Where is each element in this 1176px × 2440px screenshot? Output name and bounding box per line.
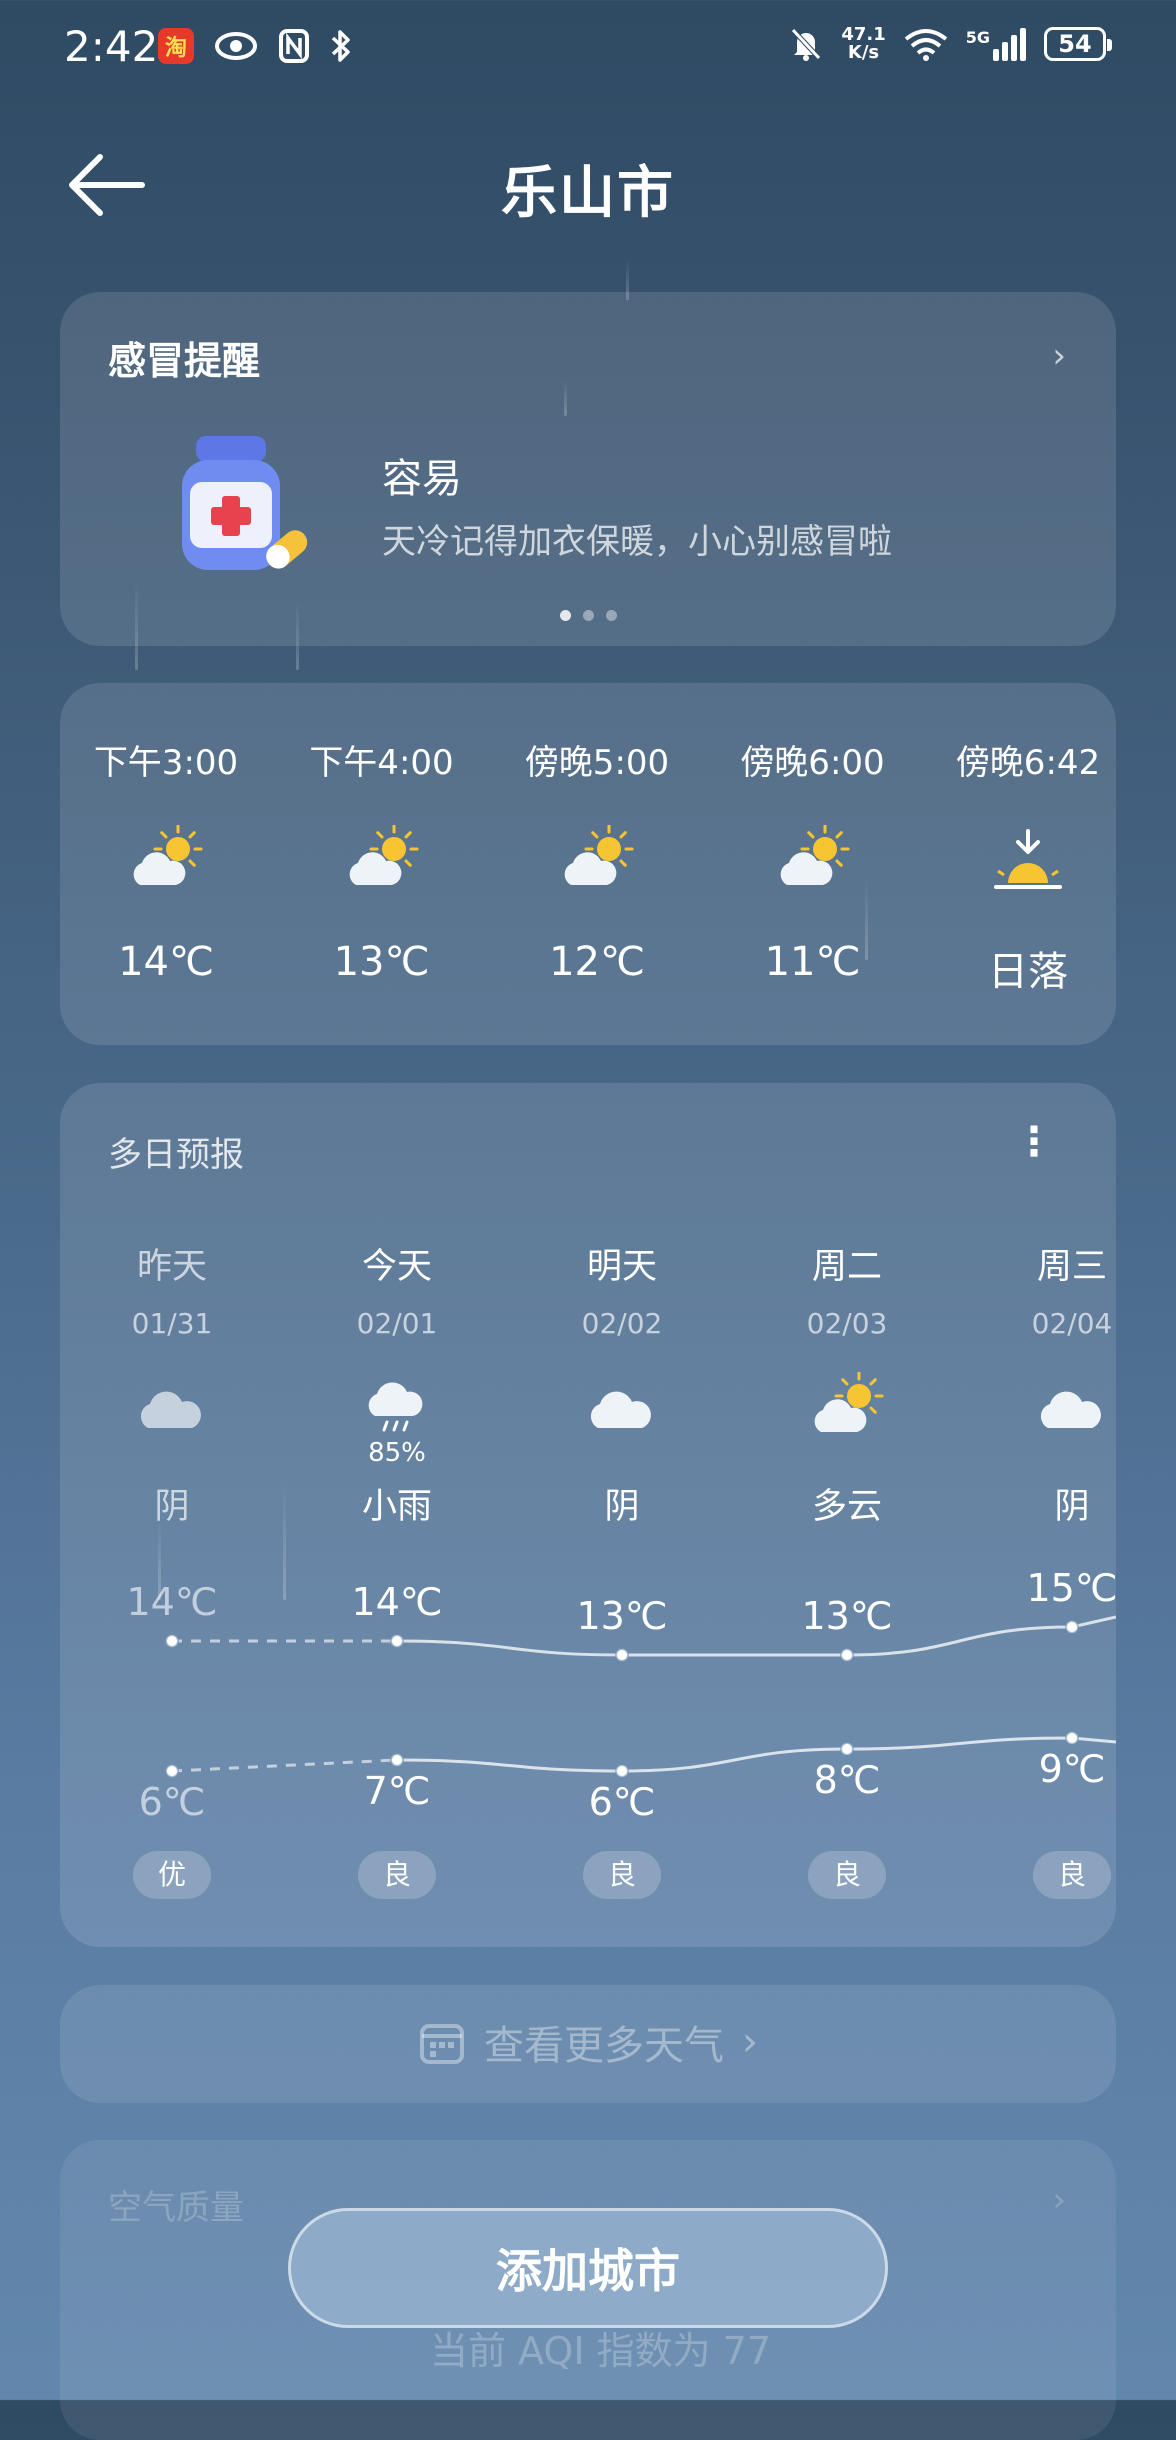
hourly-forecast-card[interactable]: 下午3:00 14℃ 下午4:00 13℃ 傍晚5:00 12℃ 傍晚6:00 11℃… [60,683,1116,1045]
high-temp-point [840,1648,854,1662]
low-temp-label: 9℃ [1039,1747,1106,1791]
partly-sunny-icon [126,824,206,895]
low-temp-point [390,1753,404,1767]
battery-indicator: 54 [1044,27,1112,61]
high-temp-label: 14℃ [351,1580,442,1624]
chevron-right-icon: › [742,2019,758,2065]
low-temp-point [615,1764,629,1778]
page-dot [559,610,571,621]
low-temp-point [165,1764,179,1778]
low-temp-line [396,1736,1116,1773]
card-title: 空气质量 [108,2188,244,2228]
cold-risk-level: 容易 [382,456,462,502]
low-temp-point [1065,1731,1079,1745]
card-title: 感冒提醒 [108,339,261,383]
bluetooth-icon [331,30,350,62]
high-temp-point [615,1648,629,1662]
multi-day-forecast-card[interactable]: 多日预报 ⋮ 昨天 01/31 阴优今天 02/01 85% 小雨良明天 02/… [60,1083,1116,1947]
high-temp-label: 13℃ [576,1594,667,1638]
hour-temperature: 13℃ [333,939,430,985]
low-temp-label: 6℃ [589,1780,656,1824]
eye-icon [215,32,257,60]
taobao-notification-icon: 淘 [158,28,194,64]
page-dot [582,610,594,621]
low-temp-label: 7℃ [364,1769,431,1813]
partly-sunny-icon [342,824,422,895]
high-temp-line [396,1615,1116,1657]
hourly-item: 下午3:00 14℃ [58,735,274,985]
mute-bell-icon [791,28,822,61]
nfc-icon [279,29,309,63]
status-time: 2:42 [64,22,159,71]
hour-time: 傍晚6:00 [740,743,885,783]
hour-time: 下午3:00 [93,743,239,783]
hourly-item: 傍晚6:00 11℃ [705,735,921,985]
high-temp-label: 13℃ [801,1594,892,1638]
hour-temperature: 14℃ [118,939,214,985]
partly-sunny-icon [773,824,853,895]
low-temp-label: 8℃ [814,1758,881,1802]
cellular-signal-icon: 5G [966,27,1026,61]
chevron-right-icon[interactable]: › [1052,2180,1066,2220]
high-temp-label: 15℃ [1026,1566,1116,1610]
cold-reminder-card[interactable]: 感冒提醒 › 容易 天冷记得加衣保暖，小心别感冒啦 [60,292,1116,646]
partly-sunny-icon [557,824,637,895]
more-weather-link[interactable]: 查看更多天气 [484,2013,724,2071]
add-city-button[interactable]: 添加城市 [288,2208,888,2328]
page-indicator [60,610,1116,621]
chevron-right-icon[interactable]: › [1052,336,1066,376]
wifi-icon [904,29,947,61]
hourly-item: 傍晚6:42 日落 [920,735,1136,997]
low-temp-label: 6℃ [139,1780,206,1824]
high-temp-point [390,1634,404,1648]
hour-temperature: 日落 [988,949,1068,995]
cold-advice: 天冷记得加衣保暖，小心别感冒啦 [382,522,892,562]
medicine-bottle-icon [182,436,308,570]
hourly-item: 下午4:00 13℃ [274,735,490,985]
hourly-list[interactable]: 下午3:00 14℃ 下午4:00 13℃ 傍晚5:00 12℃ 傍晚6:00 11℃… [60,735,1116,1035]
hour-temperature: 12℃ [549,939,645,985]
calendar-icon [420,2024,464,2064]
hour-temperature: 11℃ [764,939,861,985]
hour-time: 下午4:00 [309,743,454,783]
high-temp-label: 14℃ [126,1580,217,1624]
status-bar: 2:42 淘 47.1 K/s 5G 54 [0,0,1176,100]
aqi-summary: 当前 AQI 指数为 77 [430,2329,772,2373]
page-title: 乐山市 [501,161,675,226]
temperature-chart: 14℃ 14℃ 13℃ 13℃ 15℃ 6℃ 7℃ 6℃ 8℃ 9℃ [126,1566,1116,1824]
hour-time: 傍晚5:00 [524,743,670,783]
hour-time: 傍晚6:42 [955,743,1101,783]
high-temp-point [1065,1620,1079,1634]
hourly-item: 傍晚5:00 12℃ [489,735,705,985]
network-speed: 47.1 K/s [841,24,886,63]
low-temp-point [840,1742,854,1756]
sunset-icon [988,825,1068,895]
more-weather-card[interactable]: 查看更多天气 › [60,1985,1116,2103]
page-dot [605,610,617,621]
high-temp-point [165,1634,179,1648]
